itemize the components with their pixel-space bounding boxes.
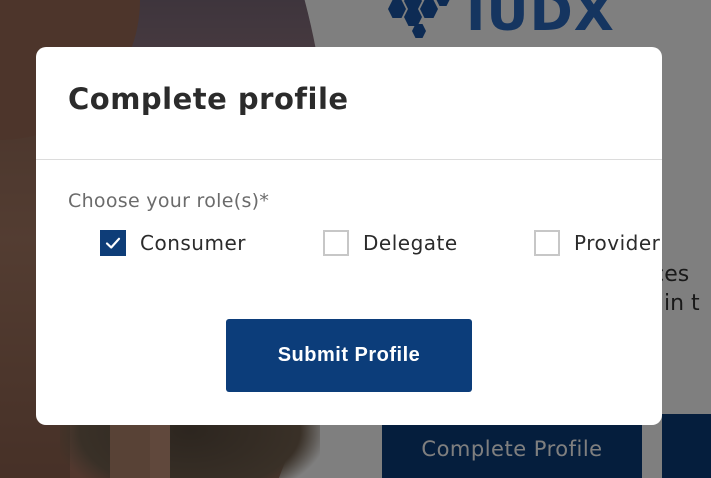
consumer-label: Consumer xyxy=(140,231,246,255)
role-option-consumer[interactable]: Consumer xyxy=(100,230,246,256)
role-options: Consumer Delegate Provider xyxy=(68,230,660,290)
provider-checkbox[interactable] xyxy=(534,230,560,256)
role-label: Choose your role(s)* xyxy=(68,190,270,212)
modal-header: Complete profile xyxy=(36,47,662,160)
delegate-label: Delegate xyxy=(363,231,458,255)
provider-label: Provider xyxy=(574,231,661,255)
checkmark-icon xyxy=(105,237,121,249)
login-page: IUDX cces gin t Complete Profile Complet… xyxy=(0,0,711,478)
delegate-checkbox[interactable] xyxy=(323,230,349,256)
complete-profile-modal: Complete profile Choose your role(s)* Co… xyxy=(36,47,662,425)
role-option-delegate[interactable]: Delegate xyxy=(323,230,458,256)
consumer-checkbox[interactable] xyxy=(100,230,126,256)
modal-body: Choose your role(s)* Consumer Delegate P… xyxy=(36,160,662,290)
modal-title: Complete profile xyxy=(68,82,349,116)
role-option-provider[interactable]: Provider xyxy=(534,230,660,256)
submit-profile-button[interactable]: Submit Profile xyxy=(226,319,472,392)
